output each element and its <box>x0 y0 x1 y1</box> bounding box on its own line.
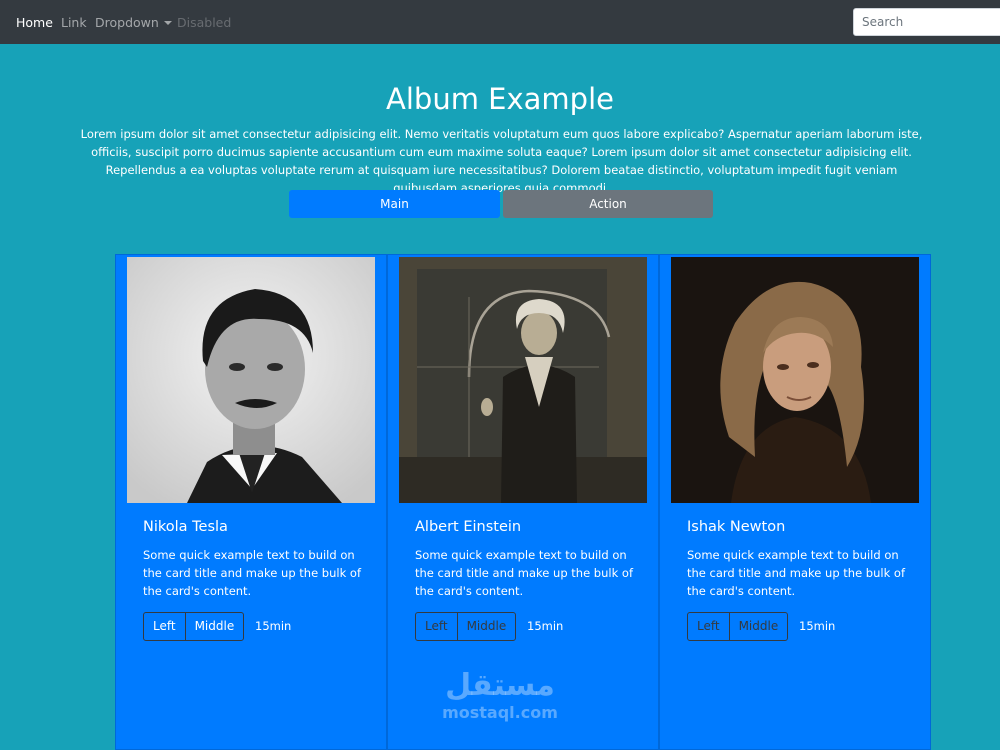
search-input[interactable] <box>853 8 1000 36</box>
duration-text: 15min <box>527 619 564 633</box>
button-group: Left Middle <box>143 612 245 641</box>
card-text: Some quick example text to build on the … <box>687 548 905 598</box>
card-title: Albert Einstein <box>415 519 522 535</box>
lead-text: Lorem ipsum dolor sit amet consectetur a… <box>80 127 923 195</box>
card-text: Some quick example text to build on the … <box>143 548 361 598</box>
main-button[interactable]: Main <box>289 190 500 218</box>
card-newton: Ishak Newton Some quick example text to … <box>659 254 931 750</box>
middle-button[interactable]: Middle <box>728 613 788 640</box>
nav-disabled: Disabled <box>177 15 232 30</box>
nav-link[interactable]: Link <box>61 15 87 30</box>
card-tesla: Nikola Tesla Some quick example text to … <box>115 254 387 750</box>
middle-button[interactable]: Middle <box>184 613 244 640</box>
watermark: مستقل mostaql.com <box>430 668 570 722</box>
card-image-tesla <box>127 257 375 503</box>
card-text: Some quick example text to build on the … <box>415 548 633 598</box>
watermark-arabic: مستقل <box>445 668 555 703</box>
navbar: Home Link Dropdown Disabled <box>0 0 1000 44</box>
caret-down-icon <box>163 21 172 25</box>
nav-dropdown-label: Dropdown <box>95 15 159 30</box>
duration-text: 15min <box>255 619 292 633</box>
page-title: Album Example <box>386 82 614 116</box>
duration-text: 15min <box>799 619 836 633</box>
card-image-newton <box>671 257 919 503</box>
card-title: Ishak Newton <box>687 519 786 535</box>
middle-button[interactable]: Middle <box>456 613 516 640</box>
action-button[interactable]: Action <box>503 190 713 218</box>
watermark-latin: mostaql.com <box>442 703 558 722</box>
button-group: Left Middle <box>687 612 789 641</box>
left-button[interactable]: Left <box>144 613 185 640</box>
button-group: Left Middle <box>415 612 517 641</box>
card-title: Nikola Tesla <box>143 519 228 535</box>
left-button[interactable]: Left <box>416 613 457 640</box>
left-button[interactable]: Left <box>688 613 729 640</box>
card-image-einstein <box>399 257 647 503</box>
nav-dropdown[interactable]: Dropdown <box>95 15 172 30</box>
nav-home[interactable]: Home <box>16 15 53 30</box>
